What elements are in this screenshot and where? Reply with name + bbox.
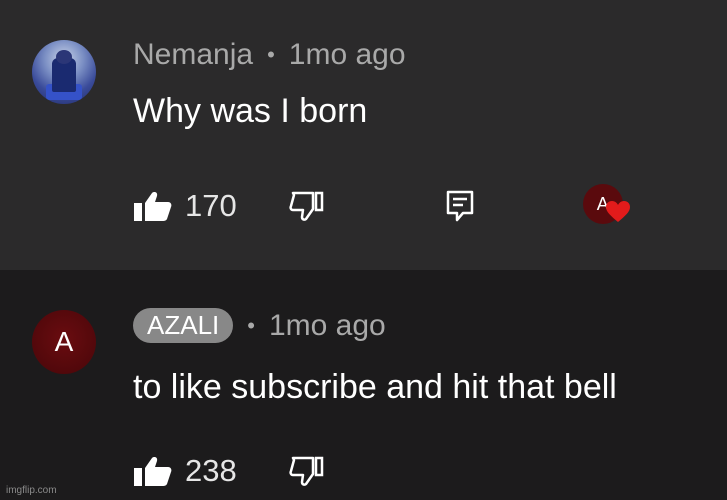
dislike-icon[interactable]: [289, 190, 325, 222]
timestamp[interactable]: 1mo ago: [269, 309, 386, 343]
comment-text: Why was I born: [133, 92, 368, 130]
comment-1: Nemanja • 1mo ago Why was I born 170 A: [0, 0, 727, 270]
reply-icon[interactable]: [445, 189, 475, 223]
comment-actions: 170 A: [133, 182, 639, 230]
like-icon[interactable]: [133, 455, 173, 487]
avatar-figure-head: [56, 50, 72, 64]
meta-separator: •: [267, 42, 275, 67]
author-name[interactable]: Nemanja: [133, 38, 253, 72]
creator-heart-badge: A: [582, 182, 639, 230]
comment-2: A AZALI • 1mo ago to like subscribe and …: [0, 270, 727, 500]
comment-text: to like subscribe and hit that bell: [133, 368, 617, 406]
avatar[interactable]: [32, 40, 96, 104]
watermark: imgflip.com: [6, 485, 57, 496]
meta-separator: •: [247, 312, 255, 338]
like-count: 170: [185, 188, 237, 223]
comment-meta: AZALI • 1mo ago: [133, 308, 386, 343]
comment-meta: Nemanja • 1mo ago: [133, 38, 406, 72]
heart-icon: [605, 200, 631, 229]
dislike-icon[interactable]: [289, 455, 325, 487]
like-icon[interactable]: [133, 190, 173, 222]
creator-author-chip[interactable]: AZALI: [133, 308, 234, 343]
comment-actions: 238: [133, 453, 325, 489]
avatar[interactable]: A: [32, 310, 96, 374]
timestamp[interactable]: 1mo ago: [289, 38, 406, 72]
like-count: 238: [185, 453, 237, 488]
